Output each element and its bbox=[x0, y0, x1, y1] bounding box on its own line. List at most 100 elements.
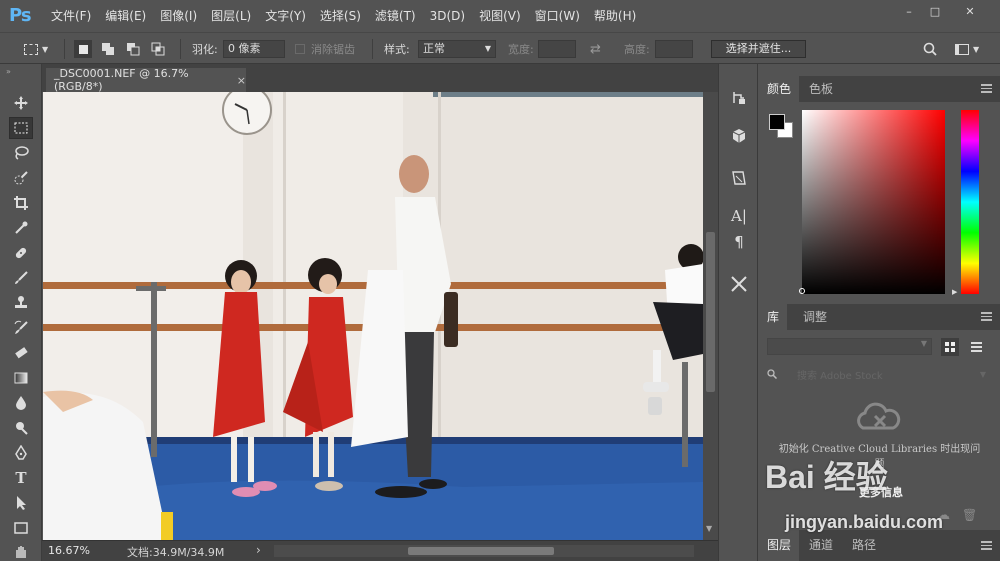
grid-view-icon bbox=[945, 342, 955, 352]
grid-view-button[interactable] bbox=[941, 338, 959, 356]
pen-tool-icon[interactable] bbox=[9, 442, 33, 464]
eraser-tool-icon[interactable] bbox=[9, 342, 33, 364]
new-selection-button[interactable] bbox=[74, 40, 92, 58]
color-picker-marker[interactable] bbox=[799, 288, 805, 294]
clone-stamp-tool-icon[interactable] bbox=[9, 292, 33, 314]
new-selection-icon bbox=[78, 44, 88, 54]
hand-tool-icon[interactable] bbox=[9, 542, 33, 558]
scroll-thumb[interactable] bbox=[706, 232, 715, 392]
foreground-color-swatch[interactable] bbox=[769, 114, 785, 130]
eyedropper-tool-icon[interactable] bbox=[9, 217, 33, 239]
close-window-button[interactable]: ✕ bbox=[956, 2, 984, 20]
chevron-down-icon: ▼ bbox=[484, 44, 491, 53]
chevron-down-icon: ▼ bbox=[979, 369, 986, 379]
history-brush-tool-icon[interactable] bbox=[9, 317, 33, 339]
color-field[interactable] bbox=[802, 110, 945, 294]
clone-source-icon[interactable] bbox=[727, 166, 751, 190]
gradient-tool-icon[interactable] bbox=[9, 367, 33, 389]
minimize-button[interactable]: – bbox=[895, 2, 923, 20]
vertical-scrollbar[interactable]: ▼ bbox=[703, 92, 718, 540]
stock-search-field[interactable]: 搜索 Adobe Stock ▼ bbox=[759, 364, 1000, 384]
search-icon[interactable] bbox=[923, 40, 937, 58]
feather-input[interactable]: 0 像素 bbox=[223, 40, 285, 58]
quick-select-tool-icon[interactable] bbox=[9, 167, 33, 189]
healing-brush-tool-icon[interactable] bbox=[9, 242, 33, 264]
baidu-watermark-logo: Bai 经验 bbox=[765, 459, 888, 495]
zoom-level[interactable]: 16.67% bbox=[48, 544, 90, 557]
width-input[interactable] bbox=[538, 40, 576, 58]
menu-bar: Ps 文件(F) 编辑(E) 图像(I) 图层(L) 文字(Y) 选择(S) 滤… bbox=[0, 0, 1000, 32]
type-tool-icon[interactable]: T bbox=[9, 467, 33, 489]
path-select-tool-icon[interactable] bbox=[9, 492, 33, 514]
chevron-down-icon: ▼ bbox=[42, 44, 49, 54]
blur-tool-icon[interactable] bbox=[9, 392, 33, 414]
tab-paths[interactable]: 路径 bbox=[844, 530, 884, 561]
height-input[interactable] bbox=[655, 40, 693, 58]
brush-settings-icon[interactable] bbox=[727, 272, 751, 296]
baidu-watermark-url: jingyan.baidu.com bbox=[785, 512, 944, 532]
brush-tool-icon[interactable] bbox=[9, 267, 33, 289]
tab-color[interactable]: 颜色 bbox=[759, 76, 800, 102]
tools-panel: » T bbox=[0, 64, 42, 561]
3d-panel-icon[interactable] bbox=[727, 124, 751, 148]
marquee-preset-picker[interactable]: ▼ bbox=[24, 40, 48, 58]
character-panel-icon[interactable]: A| bbox=[727, 204, 751, 228]
paragraph-panel-icon[interactable]: ¶ bbox=[727, 230, 751, 254]
menu-window[interactable]: 窗口(W) bbox=[528, 0, 587, 32]
swap-dimensions-icon[interactable]: ⇄ bbox=[590, 40, 601, 58]
style-select[interactable]: 正常 ▼ bbox=[418, 40, 496, 58]
chevron-down-icon: ▼ bbox=[973, 44, 980, 54]
scroll-down-icon[interactable]: ▼ bbox=[706, 524, 712, 533]
library-select[interactable]: ▼ bbox=[767, 338, 932, 355]
tab-swatches[interactable]: 色板 bbox=[801, 76, 841, 102]
stock-search-placeholder: 搜索 Adobe Stock bbox=[797, 370, 883, 382]
subtract-selection-button[interactable] bbox=[124, 40, 142, 58]
document-canvas[interactable] bbox=[43, 92, 703, 540]
rectangle-tool-icon[interactable] bbox=[9, 517, 33, 539]
antialias-checkbox[interactable]: 消除锯齿 bbox=[295, 40, 355, 58]
tab-libraries[interactable]: 库 bbox=[759, 304, 788, 330]
horizontal-scrollbar[interactable] bbox=[274, 545, 694, 557]
menu-file[interactable]: 文件(F) bbox=[44, 0, 98, 32]
menu-filter[interactable]: 滤镜(T) bbox=[368, 0, 423, 32]
menu-image[interactable]: 图像(I) bbox=[153, 0, 204, 32]
hscroll-thumb[interactable] bbox=[408, 547, 554, 555]
move-tool-icon[interactable] bbox=[9, 92, 33, 114]
menu-layer[interactable]: 图层(L) bbox=[204, 0, 258, 32]
menu-edit[interactable]: 编辑(E) bbox=[98, 0, 153, 32]
color-panel-menu-icon[interactable] bbox=[981, 84, 992, 93]
antialias-label: 消除锯齿 bbox=[311, 43, 355, 56]
dodge-tool-icon[interactable] bbox=[9, 417, 33, 439]
trash-icon[interactable]: 🗑 bbox=[962, 508, 977, 522]
add-selection-button[interactable] bbox=[99, 40, 117, 58]
tab-channels[interactable]: 通道 bbox=[801, 530, 841, 561]
library-panel-tabs: 库 调整 bbox=[759, 304, 1000, 330]
menu-view[interactable]: 视图(V) bbox=[472, 0, 528, 32]
menu-3d[interactable]: 3D(D) bbox=[423, 0, 472, 32]
document-tab[interactable]: _DSC0001.NEF @ 16.7%(RGB/8*) × bbox=[46, 67, 246, 93]
close-tab-icon[interactable]: × bbox=[237, 74, 246, 87]
workspace-switcher[interactable]: ▼ bbox=[955, 40, 979, 58]
color-panel-tabs: 颜色 色板 bbox=[759, 76, 1000, 102]
restore-button[interactable]: □ bbox=[921, 2, 949, 20]
history-panel-icon[interactable] bbox=[727, 86, 751, 110]
hue-slider[interactable] bbox=[961, 110, 979, 294]
tab-adjustments[interactable]: 调整 bbox=[795, 304, 835, 330]
crop-tool-icon[interactable] bbox=[9, 192, 33, 214]
intersect-selection-button[interactable] bbox=[149, 40, 167, 58]
library-panel-menu-icon[interactable] bbox=[981, 312, 992, 321]
tab-layers[interactable]: 图层 bbox=[759, 530, 800, 561]
list-view-button[interactable] bbox=[967, 338, 985, 356]
layers-panel-tabs: 图层 通道 路径 bbox=[759, 530, 1000, 561]
select-and-mask-button[interactable]: 选择并遮住... bbox=[711, 40, 806, 58]
menu-help[interactable]: 帮助(H) bbox=[587, 0, 643, 32]
menu-select[interactable]: 选择(S) bbox=[313, 0, 368, 32]
layers-panel-menu-icon[interactable] bbox=[981, 541, 992, 550]
status-menu-arrow[interactable]: › bbox=[256, 543, 261, 557]
collapsed-panel-dock: A| ¶ bbox=[718, 64, 758, 561]
lasso-tool-icon[interactable] bbox=[9, 142, 33, 164]
menu-type[interactable]: 文字(Y) bbox=[258, 0, 313, 32]
marquee-tool-icon[interactable] bbox=[9, 117, 33, 139]
list-view-icon bbox=[970, 342, 982, 352]
collapse-toolbar-icon[interactable]: » bbox=[6, 67, 11, 76]
